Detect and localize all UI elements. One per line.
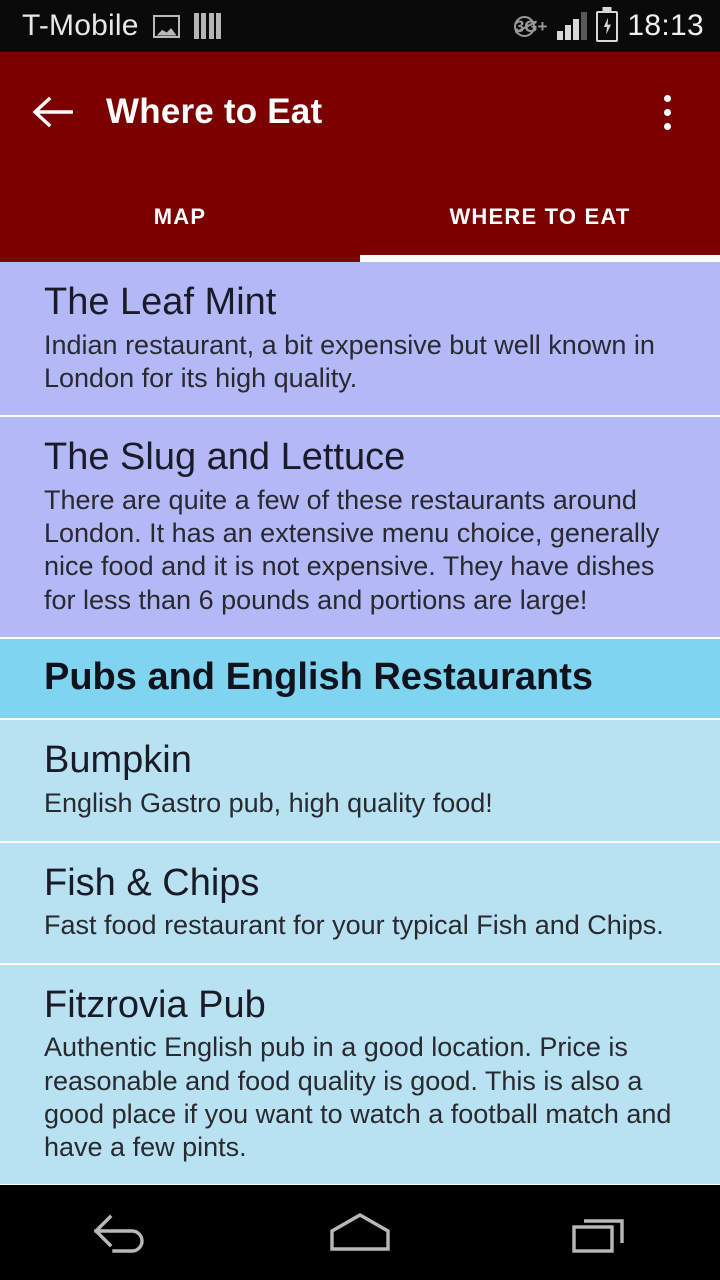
list-item-title: The Slug and Lettuce bbox=[44, 436, 406, 479]
photo-icon bbox=[152, 14, 180, 38]
back-navigation-button[interactable] bbox=[26, 84, 82, 140]
system-navigation-bar bbox=[0, 1185, 720, 1280]
no-data-slash bbox=[513, 15, 535, 37]
app-bar: Where to Eat bbox=[0, 52, 720, 172]
list-item[interactable]: The Leaf Mint Indian restaurant, a bit e… bbox=[0, 262, 720, 418]
overflow-dot bbox=[663, 94, 671, 102]
list-item-description: English Gastro pub, high quality food! bbox=[44, 788, 493, 819]
status-bar-right: 3G+ 18:13 bbox=[513, 9, 704, 43]
list-item-title: Bumpkin bbox=[44, 739, 192, 782]
list-item-description: Fast food restaurant for your typical Fi… bbox=[44, 910, 664, 941]
phone-screen: T-Mobile 3G+ 18:13 Where to Eat MAP WHER… bbox=[0, 0, 720, 1280]
nav-back-icon bbox=[93, 1214, 144, 1253]
page-title: Where to Eat bbox=[106, 92, 323, 131]
nav-home-icon bbox=[330, 1212, 390, 1251]
overflow-dot bbox=[663, 108, 671, 116]
list-item-description: Authentic English pub in a good location… bbox=[44, 1032, 672, 1162]
arrow-back-icon bbox=[32, 96, 73, 128]
overflow-dot bbox=[663, 122, 671, 130]
list-item-description: There are quite a few of these restauran… bbox=[44, 485, 660, 615]
overflow-menu-button[interactable] bbox=[640, 82, 694, 142]
list-item-description: Indian restaurant, a bit expensive but w… bbox=[44, 329, 655, 394]
list-item[interactable]: Fitzrovia Pub Authentic English pub in a… bbox=[0, 964, 720, 1187]
list-item[interactable]: Bumpkin English Gastro pub, high quality… bbox=[0, 720, 720, 843]
list-item-title: Fish & Chips bbox=[44, 861, 260, 904]
list-item-title: Fitzrovia Pub bbox=[44, 983, 266, 1026]
carrier-label: T-Mobile bbox=[22, 9, 139, 42]
nav-recents-icon bbox=[572, 1218, 624, 1253]
status-bar: T-Mobile 3G+ 18:13 bbox=[0, 0, 720, 52]
list-item[interactable]: The Slug and Lettuce There are quite a f… bbox=[0, 417, 720, 639]
sim-bars-icon bbox=[193, 13, 222, 39]
tab-indicator bbox=[360, 255, 720, 262]
list-item[interactable]: Fish & Chips Fast food restaurant for yo… bbox=[0, 842, 720, 965]
tab-map[interactable]: MAP bbox=[0, 172, 360, 262]
status-bar-left: T-Mobile bbox=[22, 9, 222, 43]
nav-home-button[interactable] bbox=[285, 1185, 435, 1280]
restaurant-list[interactable]: The Leaf Mint Indian restaurant, a bit e… bbox=[0, 262, 720, 1197]
tab-bar: MAP WHERE TO EAT bbox=[0, 172, 720, 262]
section-header-title: Pubs and English Restaurants bbox=[44, 655, 593, 698]
nav-recents-button[interactable] bbox=[525, 1185, 675, 1280]
tab-where-to-eat[interactable]: WHERE TO EAT bbox=[360, 172, 720, 262]
clock-label: 18:13 bbox=[627, 9, 704, 42]
nav-back-button[interactable] bbox=[45, 1185, 195, 1280]
no-data-3g-icon: 3G+ bbox=[513, 15, 549, 37]
list-item-title: The Leaf Mint bbox=[44, 281, 277, 323]
signal-icon bbox=[557, 12, 588, 40]
battery-charging-icon bbox=[596, 10, 619, 42]
list-section-header: Pubs and English Restaurants bbox=[0, 638, 720, 721]
